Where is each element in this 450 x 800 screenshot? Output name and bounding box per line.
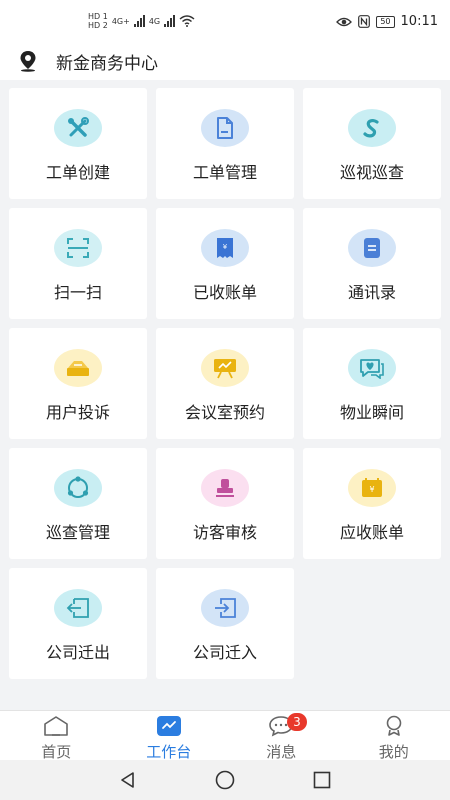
tile-icon-bg: [348, 229, 396, 267]
tile-label: 巡视巡查: [339, 163, 404, 182]
tile-icon-bg: ¥: [348, 469, 396, 507]
svg-text:¥: ¥: [223, 243, 228, 251]
tile-work-order-manage[interactable]: 工单管理: [156, 88, 294, 199]
tab-label: 消息: [266, 743, 297, 761]
tile-icon-bg: [201, 589, 249, 627]
tile-visitor-review[interactable]: 访客审核: [156, 448, 294, 559]
function-grid: 工单创建 工单管理 巡视巡查 扫一扫 ¥ 已收账单 通讯录 用户投诉 会议室预约…: [9, 88, 441, 679]
system-nav-bar: [0, 760, 450, 800]
tile-label: 会议室预约: [184, 403, 265, 422]
tile-label: 巡查管理: [45, 523, 110, 542]
tile-icon-bg: [54, 589, 102, 627]
nfc-icon: [358, 15, 371, 28]
meeting-board-icon: [214, 359, 236, 379]
tile-user-complaint[interactable]: 用户投诉: [9, 328, 147, 439]
tile-icon-bg: [54, 109, 102, 147]
tile-label: 公司迁出: [45, 643, 110, 662]
status-right: 50 10:11: [336, 14, 438, 29]
tile-icon-bg: [54, 229, 102, 267]
status-bar: HD 1 HD 2 4G+ 4G 50 10:11: [0, 0, 450, 42]
tile-property-moments[interactable]: 物业瞬间: [303, 328, 441, 439]
tile-received-bills[interactable]: ¥ 已收账单: [156, 208, 294, 319]
home-circle-icon[interactable]: [214, 769, 236, 791]
patrol-cycle-icon: [67, 476, 89, 498]
visitor-stamp-icon: [216, 479, 234, 497]
profile-icon: [386, 715, 402, 736]
bill-icon: ¥: [217, 238, 233, 258]
tile-label: 用户投诉: [45, 403, 110, 422]
net2-label: 4G: [148, 16, 161, 26]
tile-icon-bg: [348, 109, 396, 147]
location-pin-icon[interactable]: [18, 50, 38, 72]
tile-icon-bg: [201, 109, 249, 147]
tab-messages[interactable]: 3 消息: [225, 711, 338, 761]
tile-meeting-room[interactable]: 会议室预约: [156, 328, 294, 439]
tab-workbench[interactable]: 工作台: [113, 711, 226, 761]
tile-company-move-out[interactable]: 公司迁出: [9, 568, 147, 679]
tab-label: 我的: [378, 743, 409, 761]
recents-icon[interactable]: [312, 770, 332, 790]
receivable-icon: ¥: [362, 478, 382, 497]
complaint-icon: [67, 361, 89, 376]
tile-scan[interactable]: 扫一扫: [9, 208, 147, 319]
status-left: HD 1 HD 2 4G+ 4G: [88, 12, 195, 30]
tile-contacts[interactable]: 通讯录: [303, 208, 441, 319]
tile-patrol-manage[interactable]: 巡查管理: [9, 448, 147, 559]
signal-icon-2: [164, 15, 176, 27]
chat-heart-icon: [360, 359, 384, 379]
tile-icon-bg: [54, 469, 102, 507]
bottom-tab-bar: 首页 工作台 3 消息 我的: [0, 710, 450, 761]
page-header: 新金商务中心: [0, 42, 450, 80]
tile-icon-bg: [201, 469, 249, 507]
tab-home[interactable]: 首页: [0, 711, 113, 761]
tab-profile[interactable]: 我的: [338, 711, 450, 761]
tile-patrol-inspect[interactable]: 巡视巡查: [303, 88, 441, 199]
svg-text:¥: ¥: [369, 485, 374, 494]
move-in-icon: [215, 598, 236, 618]
battery-indicator: 50: [376, 15, 395, 28]
document-icon: [217, 117, 233, 139]
tools-icon: [68, 117, 89, 137]
workbench-icon: [156, 716, 181, 736]
route-s-icon: [363, 119, 379, 138]
wifi-icon: [179, 15, 195, 27]
tile-label: 已收账单: [192, 283, 257, 302]
tile-receivable-bills[interactable]: ¥ 应收账单: [303, 448, 441, 559]
tile-company-move-in[interactable]: 公司迁入: [156, 568, 294, 679]
contacts-icon: [364, 238, 380, 258]
move-out-icon: [66, 598, 89, 618]
tile-icon-bg: [348, 349, 396, 387]
tile-icon-bg: ¥: [201, 229, 249, 267]
sim2-label: HD 2: [88, 21, 108, 30]
tab-label: 首页: [41, 743, 72, 761]
location-title[interactable]: 新金商务中心: [56, 49, 158, 74]
home-icon: [44, 716, 69, 736]
message-badge: 3: [287, 713, 307, 731]
tile-label: 公司迁入: [192, 643, 257, 662]
tile-label: 通讯录: [347, 283, 396, 302]
tile-label: 物业瞬间: [339, 403, 404, 422]
tile-label: 工单创建: [45, 163, 110, 182]
tile-icon-bg: [201, 349, 249, 387]
tile-label: 工单管理: [192, 163, 257, 182]
back-icon[interactable]: [118, 770, 138, 790]
tile-label: 应收账单: [339, 523, 404, 542]
sim1-label: HD 1: [88, 12, 108, 21]
clock: 10:11: [400, 14, 438, 29]
eye-icon: [336, 17, 353, 26]
tab-label: 工作台: [146, 743, 192, 761]
tile-icon-bg: [54, 349, 102, 387]
tile-work-order-create[interactable]: 工单创建: [9, 88, 147, 199]
net1-label: 4G+: [111, 16, 130, 26]
scan-icon: [67, 238, 89, 258]
signal-icon: [133, 15, 145, 27]
tile-label: 扫一扫: [53, 283, 102, 302]
tile-label: 访客审核: [192, 523, 257, 542]
